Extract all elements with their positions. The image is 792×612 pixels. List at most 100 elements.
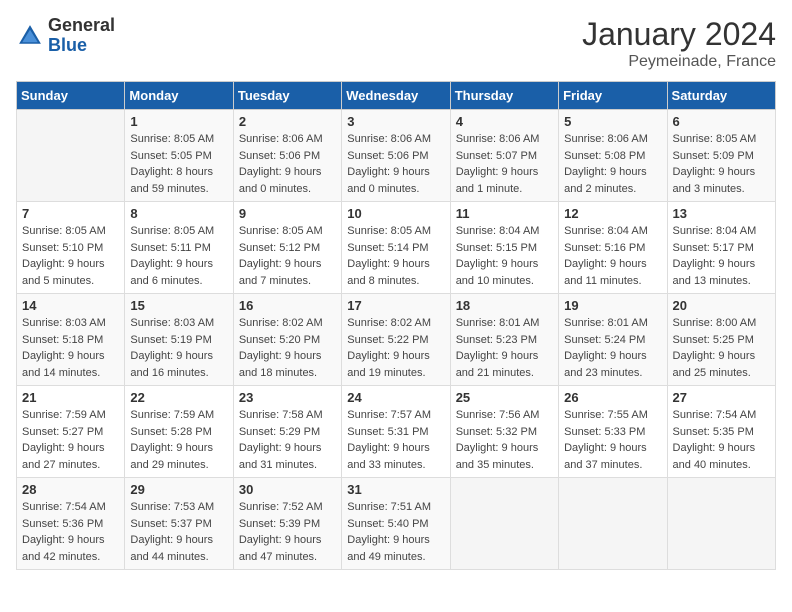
calendar-cell: 16 Sunrise: 8:02 AMSunset: 5:20 PMDayligh… [233,294,341,386]
calendar-cell: 6Sunrise: 8:05 AMSunset: 5:09 PMDaylight… [667,110,775,202]
day-info: Sunrise: 8:05 AMSunset: 5:09 PMDaylight:… [673,131,770,197]
day-info: Sunrise: 7:59 AMSunset: 5:28 PMDaylight:… [130,407,227,473]
calendar-body: 1Sunrise: 8:05 AMSunset: 5:05 PMDaylight… [17,110,776,570]
day-info: Sunrise: 7:59 AMSunset: 5:27 PMDaylight:… [22,407,119,473]
day-header-tuesday: Tuesday [233,82,341,110]
day-info: Sunrise: 8:06 AMSunset: 5:07 PMDaylight:… [456,131,553,197]
calendar-cell: 14Sunrise: 8:03 AMSunset: 5:18 PMDayligh… [17,294,125,386]
month-title: January 2024 [582,16,776,53]
calendar-cell [559,478,667,570]
day-number: 30 [239,482,336,497]
calendar-cell: 12 Sunrise: 8:04 AMSunset: 5:16 PMDayligh… [559,202,667,294]
day-info: Sunrise: 7:51 AMSunset: 5:40 PMDaylight:… [347,499,444,565]
calendar-week-1: 1Sunrise: 8:05 AMSunset: 5:05 PMDaylight… [17,110,776,202]
day-number: 20 [673,298,770,313]
day-header-saturday: Saturday [667,82,775,110]
day-number: 18 [456,298,553,313]
day-number: 12 [564,206,661,221]
calendar-cell: 17 Sunrise: 8:02 AMSunset: 5:22 PMDayligh… [342,294,450,386]
day-info: Sunrise: 7:54 AMSunset: 5:36 PMDaylight:… [22,499,119,565]
day-number: 25 [456,390,553,405]
calendar-cell: 7 Sunrise: 8:05 AMSunset: 5:10 PMDaylight… [17,202,125,294]
day-info: Sunrise: 8:05 AMSunset: 5:05 PMDaylight:… [130,131,227,197]
day-info: Sunrise: 7:52 AMSunset: 5:39 PMDaylight:… [239,499,336,565]
calendar-table: SundayMondayTuesdayWednesdayThursdayFrid… [16,81,776,570]
day-info: Sunrise: 8:05 AMSunset: 5:14 PMDaylight:… [347,223,444,289]
calendar-cell: 24Sunrise: 7:57 AMSunset: 5:31 PMDayligh… [342,386,450,478]
day-number: 28 [22,482,119,497]
day-info: Sunrise: 7:55 AMSunset: 5:33 PMDaylight:… [564,407,661,473]
day-info: Sunrise: 7:58 AMSunset: 5:29 PMDaylight:… [239,407,336,473]
day-header-sunday: Sunday [17,82,125,110]
day-info: Sunrise: 7:56 AMSunset: 5:32 PMDaylight:… [456,407,553,473]
calendar-cell: 18 Sunrise: 8:01 AMSunset: 5:23 PMDayligh… [450,294,558,386]
day-header-thursday: Thursday [450,82,558,110]
day-number: 2 [239,114,336,129]
calendar-cell [450,478,558,570]
day-number: 9 [239,206,336,221]
logo-icon [16,22,44,50]
day-number: 24 [347,390,444,405]
day-number: 8 [130,206,227,221]
day-number: 27 [673,390,770,405]
day-info: Sunrise: 8:02 AMSunset: 5:22 PMDaylight:… [347,315,444,381]
calendar-cell: 10 Sunrise: 8:05 AMSunset: 5:14 PMDayligh… [342,202,450,294]
location-title: Peymeinade, France [582,53,776,71]
day-number: 23 [239,390,336,405]
calendar-cell: 11Sunrise: 8:04 AMSunset: 5:15 PMDayligh… [450,202,558,294]
day-info: Sunrise: 8:03 AMSunset: 5:19 PMDaylight:… [130,315,227,381]
day-info: Sunrise: 8:06 AMSunset: 5:06 PMDaylight:… [239,131,336,197]
calendar-week-2: 7 Sunrise: 8:05 AMSunset: 5:10 PMDaylight… [17,202,776,294]
day-number: 7 [22,206,119,221]
calendar-cell: 13Sunrise: 8:04 AMSunset: 5:17 PMDayligh… [667,202,775,294]
calendar-cell: 15 Sunrise: 8:03 AMSunset: 5:19 PMDayligh… [125,294,233,386]
day-info: Sunrise: 8:06 AMSunset: 5:08 PMDaylight:… [564,131,661,197]
day-number: 13 [673,206,770,221]
day-info: Sunrise: 8:04 AMSunset: 5:16 PMDaylight:… [564,223,661,289]
calendar-cell: 19 Sunrise: 8:01 AMSunset: 5:24 PMDayligh… [559,294,667,386]
calendar-cell: 27Sunrise: 7:54 AMSunset: 5:35 PMDayligh… [667,386,775,478]
calendar-cell: 26 Sunrise: 7:55 AMSunset: 5:33 PMDayligh… [559,386,667,478]
day-number: 10 [347,206,444,221]
calendar-header-row: SundayMondayTuesdayWednesdayThursdayFrid… [17,82,776,110]
calendar-cell: 31Sunrise: 7:51 AMSunset: 5:40 PMDayligh… [342,478,450,570]
calendar-cell: 22 Sunrise: 7:59 AMSunset: 5:28 PMDayligh… [125,386,233,478]
day-info: Sunrise: 8:02 AMSunset: 5:20 PMDaylight:… [239,315,336,381]
day-number: 21 [22,390,119,405]
calendar-cell [667,478,775,570]
calendar-cell: 21 Sunrise: 7:59 AMSunset: 5:27 PMDayligh… [17,386,125,478]
day-number: 16 [239,298,336,313]
calendar-cell: 9 Sunrise: 8:05 AMSunset: 5:12 PMDaylight… [233,202,341,294]
day-info: Sunrise: 8:05 AMSunset: 5:12 PMDaylight:… [239,223,336,289]
day-number: 22 [130,390,227,405]
day-info: Sunrise: 8:00 AMSunset: 5:25 PMDaylight:… [673,315,770,381]
calendar-week-5: 28 Sunrise: 7:54 AMSunset: 5:36 PMDayligh… [17,478,776,570]
day-number: 5 [564,114,661,129]
logo-text: General Blue [48,16,115,56]
day-info: Sunrise: 8:05 AMSunset: 5:11 PMDaylight:… [130,223,227,289]
calendar-cell: 3Sunrise: 8:06 AMSunset: 5:06 PMDaylight… [342,110,450,202]
day-info: Sunrise: 7:53 AMSunset: 5:37 PMDaylight:… [130,499,227,565]
day-number: 26 [564,390,661,405]
calendar-cell: 30 Sunrise: 7:52 AMSunset: 5:39 PMDayligh… [233,478,341,570]
title-section: January 2024 Peymeinade, France [582,16,776,71]
day-header-friday: Friday [559,82,667,110]
calendar-cell: 29Sunrise: 7:53 AMSunset: 5:37 PMDayligh… [125,478,233,570]
day-info: Sunrise: 8:01 AMSunset: 5:24 PMDaylight:… [564,315,661,381]
day-header-monday: Monday [125,82,233,110]
calendar-cell: 23 Sunrise: 7:58 AMSunset: 5:29 PMDayligh… [233,386,341,478]
day-number: 14 [22,298,119,313]
calendar-cell: 5 Sunrise: 8:06 AMSunset: 5:08 PMDaylight… [559,110,667,202]
calendar-cell: 20 Sunrise: 8:00 AMSunset: 5:25 PMDayligh… [667,294,775,386]
day-number: 11 [456,206,553,221]
day-number: 19 [564,298,661,313]
day-number: 17 [347,298,444,313]
calendar-cell: 25 Sunrise: 7:56 AMSunset: 5:32 PMDayligh… [450,386,558,478]
calendar-week-4: 21 Sunrise: 7:59 AMSunset: 5:27 PMDayligh… [17,386,776,478]
day-number: 15 [130,298,227,313]
day-info: Sunrise: 8:05 AMSunset: 5:10 PMDaylight:… [22,223,119,289]
calendar-cell: 1Sunrise: 8:05 AMSunset: 5:05 PMDaylight… [125,110,233,202]
day-number: 4 [456,114,553,129]
logo: General Blue [16,16,115,56]
day-info: Sunrise: 8:01 AMSunset: 5:23 PMDaylight:… [456,315,553,381]
